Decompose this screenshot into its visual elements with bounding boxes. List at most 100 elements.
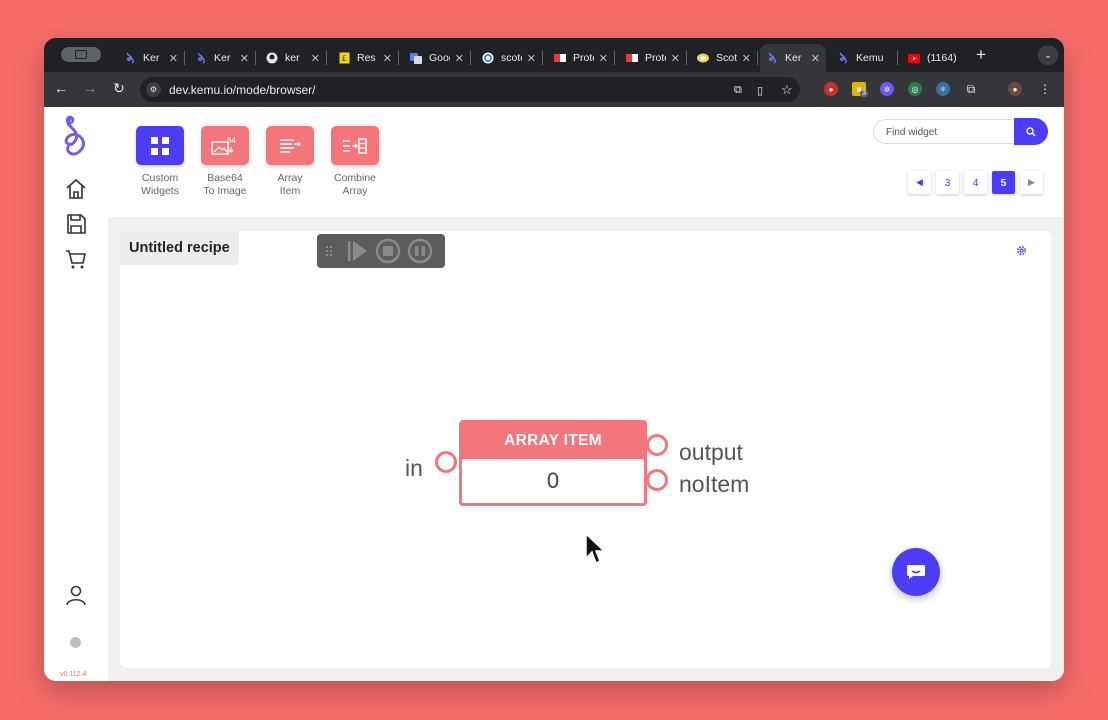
widget-custom-widgets[interactable]: Custom Widgets — [130, 126, 190, 198]
widget-label: Base64 — [207, 172, 243, 184]
chat-support-button[interactable] — [892, 548, 940, 596]
kemu-icon — [195, 52, 207, 64]
user-icon[interactable] — [64, 583, 88, 607]
widget-array-item[interactable]: Array Item — [260, 126, 320, 198]
tab[interactable]: scotch ✕ — [476, 44, 543, 72]
tab-search-button[interactable] — [61, 47, 101, 62]
sidebar: v0.112.4 — [44, 107, 108, 681]
widget-label: Array — [342, 185, 368, 197]
tab[interactable]: Ker ✕ — [118, 44, 185, 72]
tab-title: Ker — [143, 52, 160, 64]
widget-toolbar: Custom Widgets 64 Base64 To Image Array Ite… — [108, 107, 1064, 217]
search-button[interactable] — [1014, 118, 1048, 145]
extension-icon[interactable]: ● — [824, 82, 838, 96]
extensions-puzzle-icon[interactable]: ⧉ — [964, 82, 978, 96]
widget-base64-to-image[interactable]: 64 Base64 To Image — [195, 126, 255, 198]
cart-icon[interactable] — [64, 247, 88, 271]
port-label-in: in — [405, 455, 423, 481]
node-value[interactable]: 0 — [462, 459, 644, 503]
home-icon[interactable] — [64, 177, 88, 201]
url-text[interactable]: dev.kemu.io/mode/browser/ — [169, 83, 316, 97]
close-icon[interactable]: ✕ — [599, 52, 608, 65]
output-port-noitem[interactable] — [646, 469, 668, 491]
tab[interactable]: £ Res ✕ — [332, 44, 399, 72]
save-icon[interactable] — [64, 212, 88, 236]
site-info-icon[interactable]: ⚙ — [146, 82, 161, 97]
bookmark-star-icon[interactable]: ☆ — [781, 82, 793, 98]
new-tab-button[interactable]: + — [976, 45, 986, 65]
array-item-node[interactable]: ARRAY ITEM 0 — [459, 420, 647, 506]
close-icon[interactable]: ✕ — [311, 52, 320, 65]
tab[interactable]: Protect ✕ — [548, 44, 615, 72]
image-64-icon: 64 — [201, 126, 249, 165]
play-icon[interactable] — [348, 241, 367, 261]
pagination: ◀ 3 4 5 ▶ — [908, 171, 1043, 194]
reload-icon[interactable]: ↻ — [110, 80, 128, 97]
close-icon[interactable]: ✕ — [240, 52, 249, 65]
extension-icon[interactable]: ⚛ — [936, 82, 950, 96]
input-port-in[interactable] — [435, 451, 457, 473]
recipe-canvas[interactable]: Untitled recipe in ARRAY ITEM 0 output n… — [120, 231, 1051, 668]
extension-icon[interactable]: ◎ — [908, 82, 922, 96]
mouse-cursor-icon — [585, 533, 605, 565]
extension-icon[interactable]: ✲ — [880, 82, 894, 96]
kemu-icon — [766, 52, 778, 64]
install-app-icon[interactable]: ⧉ — [734, 84, 742, 97]
close-icon[interactable]: ✕ — [455, 52, 464, 65]
tab[interactable]: Kemu — [831, 44, 898, 72]
close-icon[interactable]: ✕ — [527, 52, 536, 65]
close-icon[interactable]: ✕ — [742, 52, 751, 65]
tab-title: (1164) — [927, 52, 956, 64]
array-item-icon — [266, 126, 314, 165]
page-button[interactable]: 4 — [964, 171, 987, 194]
tab-title: Google — [429, 52, 450, 64]
stop-icon[interactable] — [375, 238, 401, 264]
svg-text:£: £ — [342, 54, 347, 63]
widget-label: Custom — [141, 172, 179, 184]
tab[interactable]: Scotch ✕ — [691, 44, 758, 72]
back-arrow-icon[interactable]: ← — [52, 80, 70, 96]
recipe-title[interactable]: Untitled recipe — [120, 231, 239, 265]
tab[interactable]: Ker ✕ — [189, 44, 256, 72]
kemu-icon — [124, 52, 136, 64]
output-port-output[interactable] — [646, 434, 668, 456]
widget-label: Widgets — [141, 185, 179, 197]
close-icon[interactable]: ✕ — [811, 52, 820, 65]
tab[interactable]: ker ✕ — [260, 44, 327, 72]
kemu-logo-icon[interactable] — [58, 115, 94, 159]
tab-menu-chevron-icon[interactable]: ⌄ — [1038, 45, 1058, 65]
widget-combine-array[interactable]: Combine Array — [325, 126, 385, 198]
next-page-icon[interactable]: ▶ — [1020, 171, 1043, 194]
page-icon[interactable]: ▯ — [757, 84, 763, 97]
tab-title: ker — [285, 52, 300, 64]
tab-active[interactable]: Ker ✕ — [760, 44, 826, 72]
profile-avatar[interactable]: ● — [1008, 82, 1022, 96]
doc-icon: £ — [338, 52, 350, 64]
tab-title: Ker — [214, 52, 231, 64]
tab-title: Kemu — [856, 52, 884, 64]
playback-controls — [317, 234, 445, 268]
kemu-icon — [837, 52, 849, 64]
address-bar[interactable]: ⚙ dev.kemu.io/mode/browser/ ⧉ ▯ ☆ — [140, 77, 800, 102]
menu-dots-icon[interactable]: ⋮ — [1038, 82, 1052, 96]
widget-label: Item — [279, 185, 301, 197]
tab[interactable]: (1164) — [902, 44, 962, 72]
widget-label: Array — [277, 172, 303, 184]
forward-arrow-icon[interactable]: → — [81, 80, 99, 96]
drag-handle-icon[interactable] — [326, 246, 332, 256]
version-label: v0.112.4 — [60, 671, 87, 678]
close-icon[interactable]: ✕ — [671, 52, 680, 65]
close-icon[interactable]: ✕ — [383, 52, 392, 65]
prev-page-icon[interactable]: ◀ — [908, 171, 931, 194]
port-label-output: output — [679, 439, 743, 465]
tab-title: Res — [357, 52, 376, 64]
protect-icon — [626, 52, 638, 64]
find-widget-input[interactable]: Find widget — [873, 119, 1015, 144]
close-icon[interactable]: ✕ — [169, 52, 178, 65]
tab[interactable]: Protect ✕ — [620, 44, 687, 72]
page-button-active[interactable]: 5 — [992, 171, 1015, 194]
tab[interactable]: Google ✕ — [404, 44, 471, 72]
pause-icon[interactable] — [407, 238, 433, 264]
settings-gear-icon[interactable] — [1015, 244, 1028, 257]
page-button[interactable]: 3 — [936, 171, 959, 194]
